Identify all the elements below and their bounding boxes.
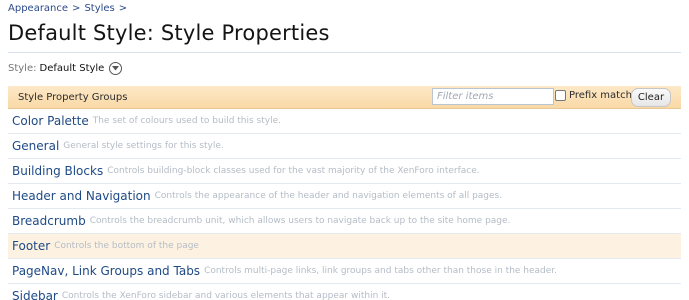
group-name[interactable]: General — [12, 139, 59, 153]
breadcrumb-styles[interactable]: Styles — [84, 3, 114, 14]
group-description: Controls the XenForo sidebar and various… — [61, 291, 391, 300]
group-item-pagenav-link-groups-tabs[interactable]: PageNav, Link Groups and Tabs Controls m… — [8, 259, 681, 284]
group-description: Controls building-block classes used for… — [107, 166, 480, 176]
title-divider — [8, 52, 681, 53]
group-item-building-blocks[interactable]: Building Blocks Controls building-block … — [8, 159, 681, 184]
group-description: Controls the bottom of the page — [54, 241, 199, 251]
breadcrumb-separator: > — [118, 3, 128, 14]
style-selector-label: Style: — [8, 63, 37, 74]
group-name[interactable]: Sidebar — [12, 289, 58, 300]
breadcrumb-separator: > — [72, 3, 81, 14]
group-item-sidebar[interactable]: Sidebar Controls the XenForo sidebar and… — [8, 284, 681, 300]
prefix-match-option[interactable]: Prefix match — [555, 90, 632, 101]
style-property-group-list: Color Palette The set of colours used to… — [8, 109, 681, 300]
prefix-match-checkbox[interactable] — [555, 90, 566, 101]
group-description: The set of colours used to build this st… — [92, 116, 282, 126]
breadcrumb-appearance[interactable]: Appearance — [8, 3, 68, 14]
group-item-color-palette[interactable]: Color Palette The set of colours used to… — [8, 109, 681, 134]
group-name[interactable]: Header and Navigation — [12, 189, 151, 203]
group-name[interactable]: Building Blocks — [12, 164, 103, 178]
breadcrumb: Appearance > Styles > — [8, 3, 127, 14]
group-name[interactable]: Color Palette — [12, 114, 89, 128]
style-selector-value[interactable]: Default Style — [40, 63, 105, 74]
style-property-groups-header: Style Property Groups Prefix match Clear — [8, 86, 681, 109]
prefix-match-label[interactable]: Prefix match — [569, 90, 632, 101]
clear-button[interactable]: Clear — [631, 88, 671, 107]
group-description: Controls the breadcrumb unit, which allo… — [89, 216, 511, 226]
filter-items-input[interactable] — [432, 88, 554, 105]
group-item-breadcrumb[interactable]: Breadcrumb Controls the breadcrumb unit,… — [8, 209, 681, 234]
group-description: Controls the appearance of the header an… — [154, 191, 503, 201]
group-name[interactable]: Breadcrumb — [12, 214, 86, 228]
group-name[interactable]: PageNav, Link Groups and Tabs — [12, 264, 200, 278]
group-item-general[interactable]: General General style settings for this … — [8, 134, 681, 159]
group-item-footer[interactable]: Footer Controls the bottom of the page — [8, 234, 681, 259]
groups-header-label: Style Property Groups — [18, 91, 128, 103]
group-description: General style settings for this style. — [63, 141, 224, 151]
group-description: Controls multi-page links, link groups a… — [204, 266, 558, 276]
style-properties-page: Appearance > Styles > Default Style: Sty… — [0, 0, 689, 300]
chevron-down-icon[interactable] — [109, 62, 123, 75]
page-title: Default Style: Style Properties — [8, 21, 330, 45]
group-item-header-and-navigation[interactable]: Header and Navigation Controls the appea… — [8, 184, 681, 209]
style-selector: Style: Default Style — [8, 62, 123, 75]
group-name[interactable]: Footer — [12, 239, 50, 253]
